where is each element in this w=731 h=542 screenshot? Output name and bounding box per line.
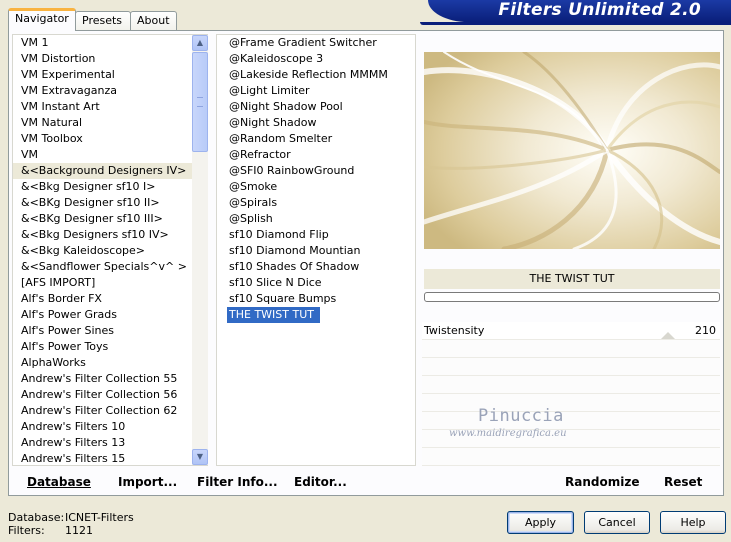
help-button[interactable]: Help	[660, 511, 726, 534]
filter-item[interactable]: sf10 Shades Of Shadow	[217, 259, 415, 275]
apply-button[interactable]: Apply	[507, 511, 574, 534]
category-item[interactable]: VM 1	[13, 35, 207, 51]
cancel-button[interactable]: Cancel	[584, 511, 650, 534]
parameter-row-empty	[422, 340, 720, 358]
banner-underline	[420, 22, 731, 25]
parameter-row-empty	[422, 376, 720, 394]
filters-label: Filters:	[8, 524, 45, 537]
parameter-row-empty	[422, 448, 720, 466]
filter-list[interactable]: @Frame Gradient Switcher @Kaleidoscope 3 @…	[216, 34, 416, 466]
filter-item[interactable]: @Random Smelter	[217, 131, 415, 147]
watermark-url: www.maidiregrafica.eu	[449, 428, 567, 439]
category-item[interactable]: Andrew's Filters 10	[13, 419, 207, 435]
app-banner-title: Filters Unlimited 2.0	[428, 0, 731, 22]
category-item[interactable]: Alf's Border FX	[13, 291, 207, 307]
filter-item[interactable]: @Refractor	[217, 147, 415, 163]
category-item[interactable]: VM Extravaganza	[13, 83, 207, 99]
parameter-row-empty	[422, 358, 720, 376]
scroll-down-arrow-icon[interactable]: ▼	[192, 449, 208, 465]
database-label: Database:	[8, 511, 65, 524]
filter-item[interactable]: @Smoke	[217, 179, 415, 195]
category-item-selected[interactable]: &<Background Designers IV>	[13, 163, 207, 179]
editor-link[interactable]: Editor...	[294, 475, 347, 489]
filter-item[interactable]: sf10 Square Bumps	[217, 291, 415, 307]
filter-item-selected[interactable]: THE TWIST TUT	[227, 307, 320, 323]
parameter-row-empty	[422, 394, 720, 412]
watermark-name: Pinuccia	[478, 406, 564, 426]
filter-item[interactable]: @Light Limiter	[217, 83, 415, 99]
category-item[interactable]: Andrew's Filter Collection 55	[13, 371, 207, 387]
parameter-area: Twistensity 210	[422, 322, 720, 466]
scroll-up-arrow-icon[interactable]: ▲	[192, 35, 208, 51]
category-item[interactable]: VM Toolbox	[13, 131, 207, 147]
filter-item[interactable]: @Splish	[217, 211, 415, 227]
category-item[interactable]: VM	[13, 147, 207, 163]
category-item[interactable]: Andrew's Filter Collection 62	[13, 403, 207, 419]
filter-item[interactable]: sf10 Diamond Mountian	[217, 243, 415, 259]
category-item[interactable]: VM Distortion	[13, 51, 207, 67]
category-item[interactable]: Alf's Power Grads	[13, 307, 207, 323]
category-item[interactable]: [AFS IMPORT]	[13, 275, 207, 291]
database-link[interactable]: Database	[27, 475, 91, 489]
category-item[interactable]: Andrew's Filters 13	[13, 435, 207, 451]
filter-item[interactable]: @Lakeside Reflection MMMM	[217, 67, 415, 83]
preview-filter-title: THE TWIST TUT	[424, 269, 720, 289]
category-scrollbar[interactable]: ▲ ▼	[192, 35, 208, 465]
import-link[interactable]: Import...	[118, 475, 177, 489]
category-item[interactable]: Andrew's Filter Collection 56	[13, 387, 207, 403]
filter-item[interactable]: @Spirals	[217, 195, 415, 211]
filter-item[interactable]: @Night Shadow	[217, 115, 415, 131]
status-info: Database:ICNET-Filters Filters: 1121	[8, 511, 134, 537]
parameter-label: Twistensity	[424, 324, 485, 337]
reset-link[interactable]: Reset	[664, 475, 702, 489]
filter-item[interactable]: sf10 Slice N Dice	[217, 275, 415, 291]
category-item[interactable]: Alf's Power Sines	[13, 323, 207, 339]
preview-image	[424, 52, 720, 249]
category-item[interactable]: Alf's Power Toys	[13, 339, 207, 355]
filter-item[interactable]: @Frame Gradient Switcher	[217, 35, 415, 51]
category-item[interactable]: Andrew's Filters 15	[13, 451, 207, 465]
category-item[interactable]: &<BKg Designer sf10 II>	[13, 195, 207, 211]
category-item[interactable]: AlphaWorks	[13, 355, 207, 371]
tab-presets[interactable]: Presets	[75, 11, 131, 30]
slider-marker-icon[interactable]	[661, 332, 675, 339]
twist-preview-graphic	[424, 52, 720, 249]
progress-bar	[424, 292, 720, 302]
category-item[interactable]: &<Sandflower Specials^v^ >	[13, 259, 207, 275]
category-item[interactable]: &<Bkg Kaleidoscope>	[13, 243, 207, 259]
tab-bar: Navigator Presets About	[8, 8, 178, 31]
filter-info-link[interactable]: Filter Info...	[197, 475, 278, 489]
database-value: ICNET-Filters	[65, 511, 134, 524]
category-list[interactable]: VM 1 VM Distortion VM Experimental VM Extra…	[12, 34, 208, 466]
category-item[interactable]: VM Natural	[13, 115, 207, 131]
action-link-bar: Database Import... Filter Info... Editor…	[12, 470, 722, 494]
tab-about[interactable]: About	[130, 11, 177, 30]
filter-item[interactable]: @SFI0 RainbowGround	[217, 163, 415, 179]
scroll-thumb[interactable]	[192, 52, 208, 152]
randomize-link[interactable]: Randomize	[565, 475, 639, 489]
parameter-row-twistensity[interactable]: Twistensity 210	[422, 322, 720, 340]
filter-item[interactable]: @Night Shadow Pool	[217, 99, 415, 115]
category-item[interactable]: &<Bkg Designer sf10 I>	[13, 179, 207, 195]
category-item[interactable]: VM Experimental	[13, 67, 207, 83]
filter-item[interactable]: sf10 Diamond Flip	[217, 227, 415, 243]
tab-navigator[interactable]: Navigator	[8, 8, 76, 31]
filters-count: 1121	[65, 524, 93, 537]
parameter-value: 210	[695, 324, 716, 337]
category-item[interactable]: &<BKg Designer sf10 III>	[13, 211, 207, 227]
filter-item[interactable]: @Kaleidoscope 3	[217, 51, 415, 67]
category-item[interactable]: VM Instant Art	[13, 99, 207, 115]
category-item[interactable]: &<Bkg Designers sf10 IV>	[13, 227, 207, 243]
